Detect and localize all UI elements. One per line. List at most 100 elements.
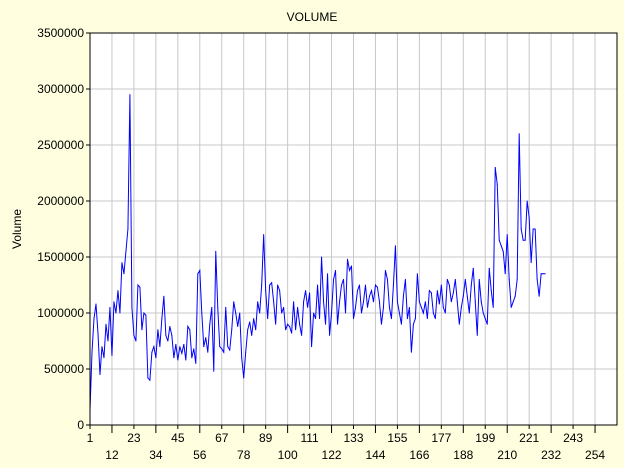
data-point (147, 377, 149, 379)
data-point (233, 301, 235, 303)
data-point (115, 312, 117, 314)
data-point (103, 357, 105, 359)
data-point (412, 323, 414, 325)
data-point (219, 346, 221, 348)
data-point (482, 312, 484, 314)
data-point (514, 295, 516, 297)
data-point (462, 295, 464, 297)
data-point (494, 166, 496, 168)
data-point (263, 234, 265, 236)
data-point (378, 301, 380, 303)
data-point (259, 312, 261, 314)
data-point (392, 284, 394, 286)
data-point (530, 262, 532, 264)
data-point (293, 301, 295, 303)
data-point (287, 323, 289, 325)
data-point (466, 295, 468, 297)
data-point (133, 334, 135, 336)
data-point (368, 295, 370, 297)
data-point (460, 306, 462, 308)
data-point (229, 349, 231, 351)
data-point (245, 351, 247, 353)
data-point (141, 329, 143, 331)
data-point (353, 318, 354, 320)
data-point (351, 265, 352, 267)
y-axis-label: Volume (10, 209, 24, 249)
x-tick-label: 23 (127, 431, 141, 445)
data-point (123, 273, 125, 275)
data-point (408, 306, 410, 308)
data-point (424, 301, 426, 303)
data-point (285, 329, 287, 331)
data-point (241, 357, 243, 359)
data-point (418, 301, 420, 303)
data-point (442, 306, 444, 308)
x-tick-label: 243 (563, 431, 583, 445)
data-point (211, 306, 213, 308)
x-tick-label: 188 (453, 448, 473, 462)
data-point (450, 301, 452, 303)
data-point (163, 295, 165, 297)
data-point (181, 352, 183, 354)
data-point (99, 374, 101, 376)
data-point (386, 278, 388, 280)
x-tick-label: 122 (322, 448, 342, 462)
data-point (247, 329, 249, 331)
x-tick-label: 133 (343, 431, 363, 445)
data-point (364, 284, 366, 286)
data-point (179, 346, 181, 348)
data-point (325, 323, 327, 325)
data-point (323, 301, 325, 303)
x-tick-label: 34 (149, 448, 163, 462)
data-point (277, 284, 279, 286)
y-tick-label: 1500000 (37, 250, 84, 264)
data-point (472, 267, 474, 269)
data-point (173, 357, 175, 359)
data-point (536, 278, 538, 280)
data-point (500, 245, 502, 247)
data-point (315, 318, 317, 320)
data-point (331, 312, 333, 314)
data-point (444, 312, 446, 314)
data-point (225, 306, 227, 308)
data-point (189, 329, 191, 331)
data-point (201, 312, 203, 314)
data-point (269, 284, 271, 286)
data-point (195, 362, 197, 364)
data-point (366, 306, 368, 308)
data-point (343, 278, 345, 280)
data-point (157, 329, 159, 331)
data-point (93, 318, 95, 320)
data-point (496, 183, 498, 185)
data-point (253, 318, 255, 320)
data-point (414, 318, 416, 320)
data-point (474, 301, 476, 303)
y-tick-label: 500000 (44, 362, 84, 376)
data-point (217, 306, 219, 308)
data-point (380, 323, 382, 325)
data-point (161, 318, 163, 320)
data-point (404, 278, 406, 280)
data-point (309, 292, 311, 294)
data-point (191, 357, 193, 359)
chart-title: VOLUME (287, 10, 338, 24)
data-point (506, 234, 508, 236)
data-point (153, 346, 155, 348)
x-tick-label: 254 (585, 448, 605, 462)
data-point (97, 332, 99, 334)
data-point (305, 290, 307, 292)
data-point (137, 284, 139, 286)
data-point (446, 278, 448, 280)
y-tick-label: 2500000 (37, 138, 84, 152)
x-tick-label: 12 (105, 448, 119, 462)
x-tick-label: 67 (215, 431, 229, 445)
data-point (197, 273, 199, 275)
data-point (498, 239, 500, 241)
x-tick-label: 155 (387, 431, 407, 445)
data-point (131, 306, 133, 308)
data-point (155, 357, 157, 359)
data-point (313, 312, 315, 314)
data-point (329, 334, 331, 336)
data-point (175, 343, 177, 345)
data-point (283, 306, 285, 308)
